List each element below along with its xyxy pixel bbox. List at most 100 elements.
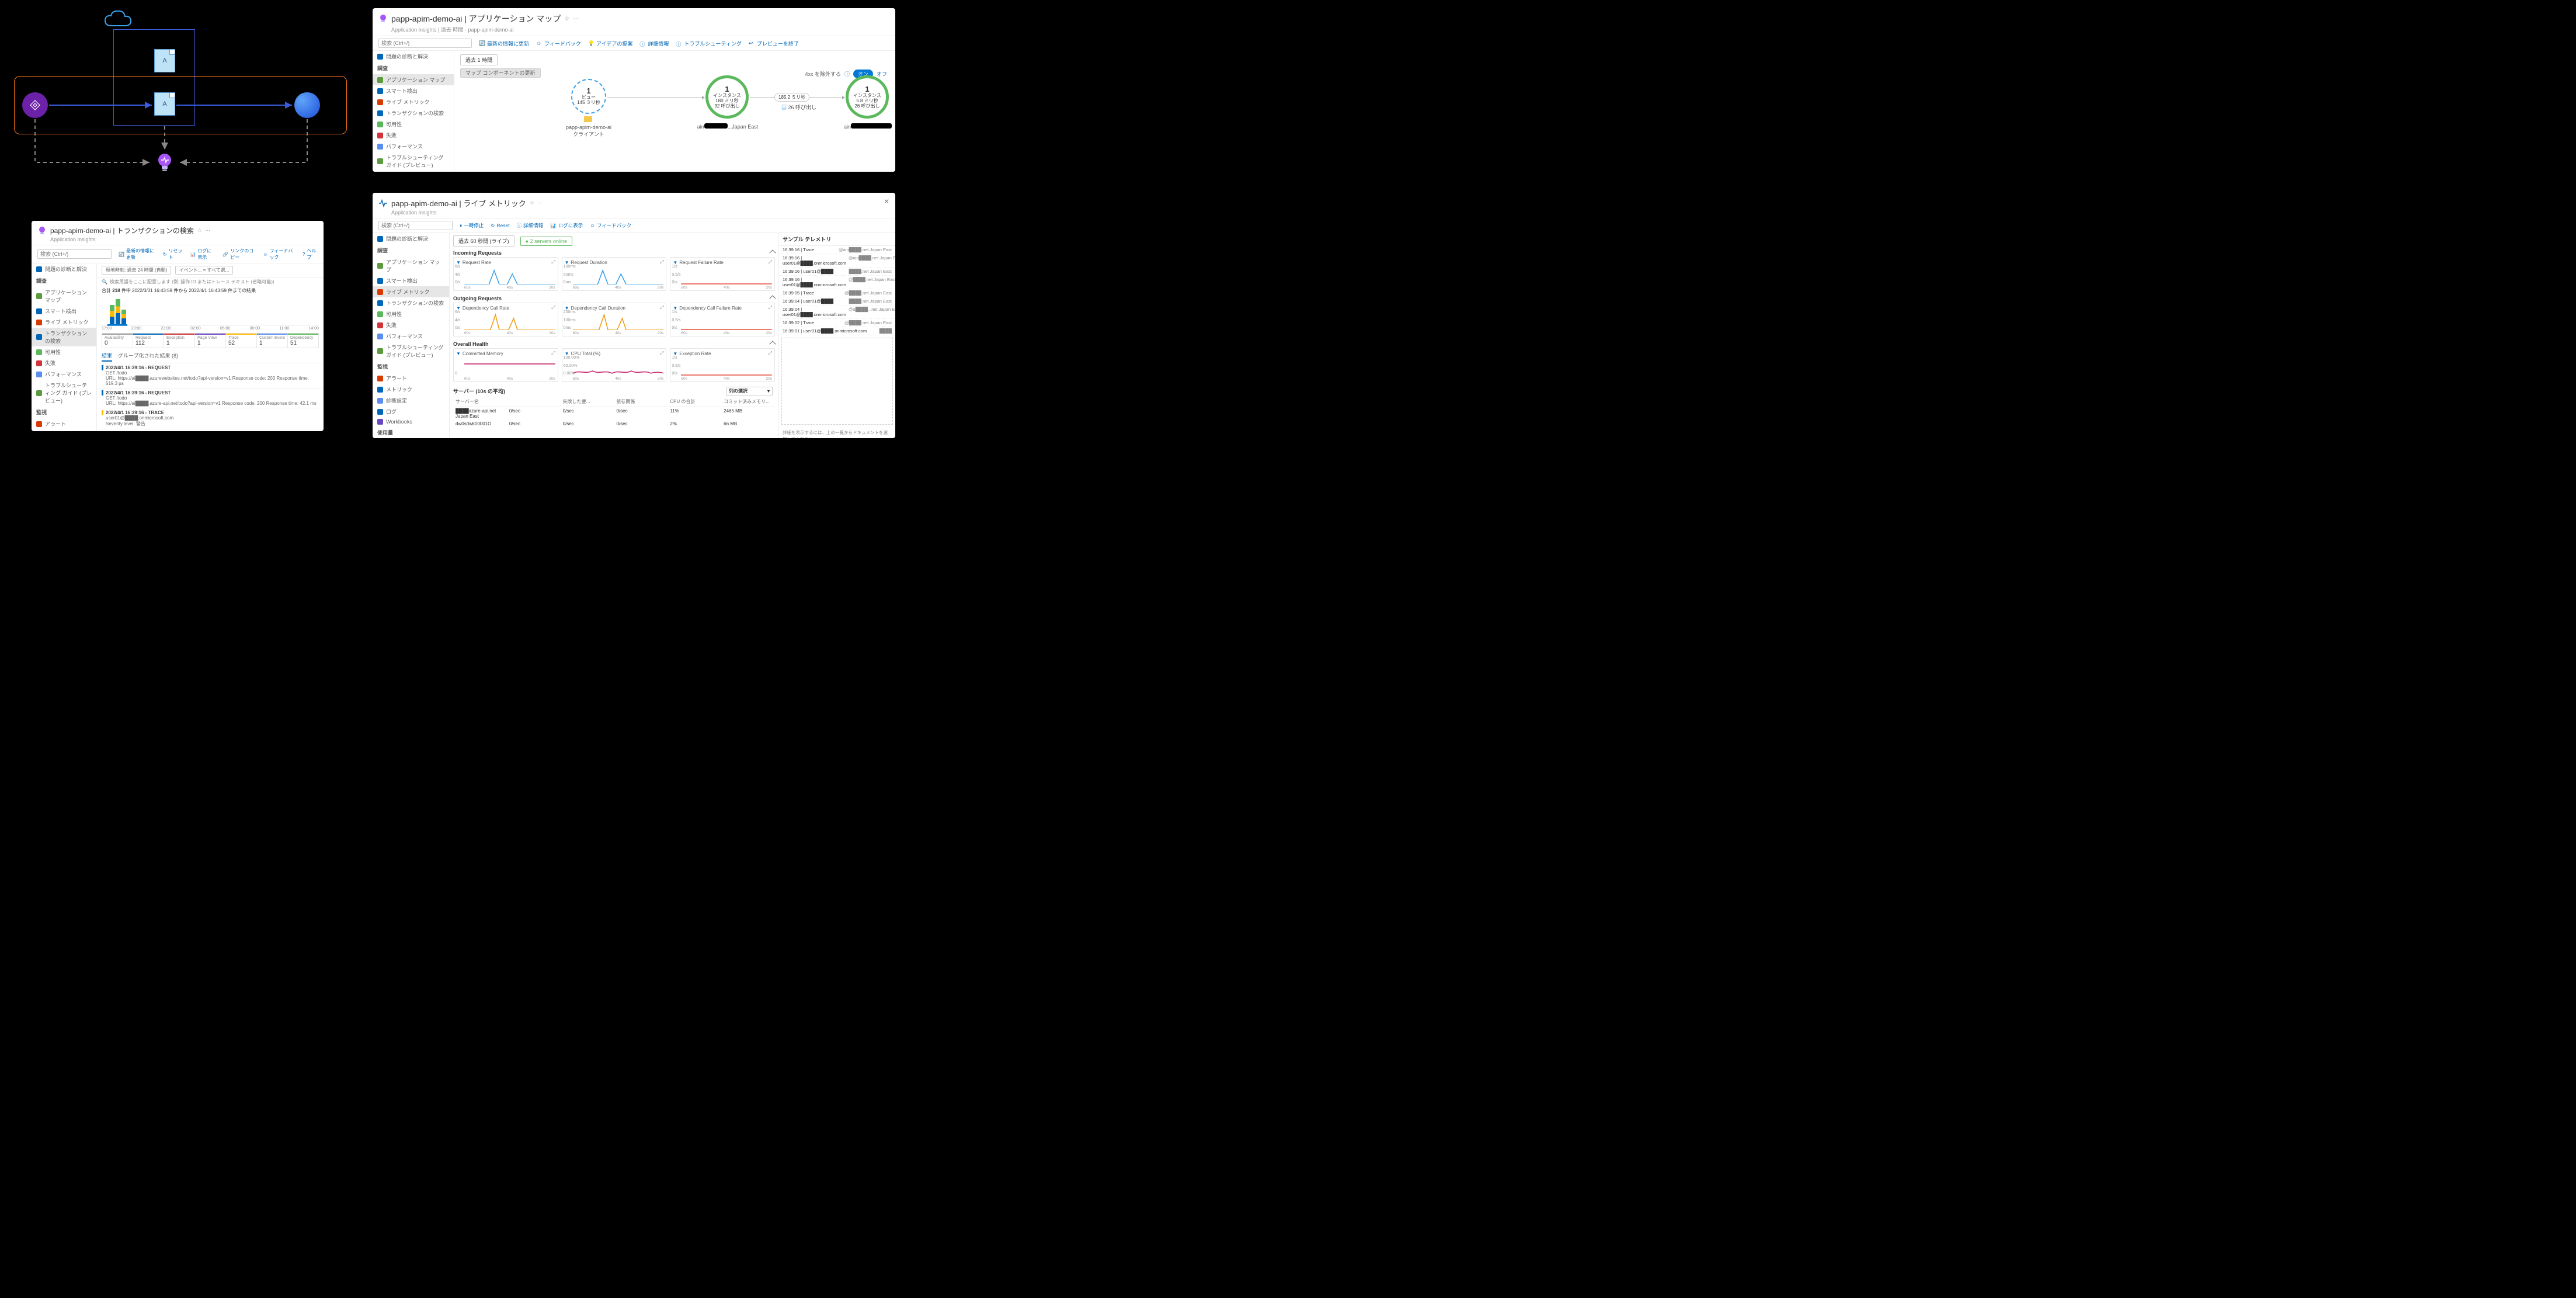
sidebar-item[interactable]: ライブ メトリック — [373, 286, 449, 297]
telemetry-item[interactable]: 16:39:01 | user01@████.onmicrosoft.com██… — [779, 327, 895, 335]
telemetry-item[interactable]: 16:39:04 | user01@████.onmicrosoft.com@a… — [779, 306, 895, 319]
sidebar-item[interactable]: スマート検出 — [373, 85, 454, 96]
close-icon[interactable]: ✕ — [884, 197, 889, 206]
stat-exception[interactable]: Exception1 — [164, 334, 195, 348]
telemetry-item[interactable]: 16:39:16 | Trace @ain████.net Japan East — [779, 246, 895, 254]
server-row[interactable]: dw0sdwk00001O0/sec0/sec0/sec2%66 MB — [453, 420, 775, 428]
sidebar-item[interactable]: Workbooks — [373, 417, 449, 426]
telemetry-item[interactable]: 16:39:04 | user01@████████.net Japan Eas… — [779, 297, 895, 306]
map-node-client[interactable]: 1 ビュー145 ミリ秒 — [571, 79, 606, 114]
troubleshoot-button[interactable]: ⓘトラブルシューティング — [676, 40, 741, 47]
map-canvas[interactable]: 過去 1 時間 マップ コンポーネントの更新 4xx を除外するⓘ オンオフ 1… — [454, 51, 895, 172]
live-time-chip[interactable]: 過去 60 秒間 (ライブ) — [453, 235, 514, 247]
refresh-button[interactable]: 🔄最新の情報に更新 — [479, 40, 529, 47]
column-select[interactable]: 列の選択▾ — [726, 387, 773, 395]
sidebar-item[interactable]: トランザクションの検索 — [373, 107, 454, 119]
chart-request-failure-rate[interactable]: ▼ Request Failure Rate ⤢1/s0.5/s0/s60s40… — [670, 257, 775, 291]
chart-exception-rate[interactable]: ▼ Exception Rate ⤢1/s0.5/s0/s60s40s20s — [670, 348, 775, 382]
sidebar-item[interactable]: 失敗 — [373, 320, 449, 331]
sidebar-item[interactable]: 可用性 — [373, 119, 454, 130]
sidebar-item[interactable]: アラート — [373, 373, 449, 384]
sidebar-item[interactable]: パフォーマンス — [373, 141, 454, 152]
section-incoming[interactable]: Incoming Requests — [453, 249, 775, 257]
servers-online-chip[interactable]: ● 2 servers online — [520, 237, 572, 246]
pause-button[interactable]: ⏸ 一時停止 — [460, 222, 484, 229]
tx-histogram[interactable] — [102, 296, 319, 325]
pin-icon[interactable]: ☆ — [530, 200, 534, 206]
sidebar-item[interactable]: スマート検出 — [373, 275, 449, 286]
telemetry-item[interactable]: 16:39:05 | Trace @████.net Japan East — [779, 289, 895, 297]
chart-request-rate[interactable]: ▼ Request Rate ⤢6/s4/s0/s60s40s20s — [453, 257, 558, 291]
section-health[interactable]: Overall Health — [453, 340, 775, 348]
chart-cpu-total-(%)[interactable]: ▼ CPU Total (%) ⤢100.00%60.00%0.00%60s40… — [562, 348, 667, 382]
ideas-button[interactable]: 💡アイデアの提案 — [588, 40, 633, 47]
sidebar-item-diagnose[interactable]: 問題の診断と解決 — [373, 51, 454, 62]
stat-request[interactable]: Request112 — [133, 334, 164, 348]
more-icon[interactable]: ⋯ — [573, 16, 579, 22]
telemetry-item[interactable]: 16:39:16 | user01@████.onmicrosoft.com@█… — [779, 276, 895, 289]
telemetry-item[interactable]: 16:39:02 | Trace @████.net Japan East — [779, 319, 895, 327]
sidebar-item[interactable]: ライブ メトリック — [373, 96, 454, 107]
sidebar-item[interactable]: パフォーマンス — [32, 369, 96, 380]
feedback-button[interactable]: ☺ フィードバック — [263, 248, 296, 261]
sidebar-item[interactable]: メトリック — [32, 429, 96, 431]
sidebar-item[interactable]: トラブルシューティング ガイド (プレビュー) — [373, 342, 449, 360]
sidebar-item[interactable]: スマート検出 — [32, 306, 96, 317]
stat-availability[interactable]: Availability0 — [102, 334, 133, 348]
event-filter-chip[interactable]: イベント... = すべて選... — [175, 266, 234, 275]
result-item[interactable]: 2022/4/1 16:39:16 - DEPENDENCYhttps://ai… — [97, 429, 324, 431]
tab-grouped[interactable]: グループ化された結果 (8) — [118, 352, 178, 362]
pin-icon[interactable]: ☆ — [197, 227, 202, 234]
reset-button[interactable]: ↻ Reset — [491, 223, 509, 229]
result-item[interactable]: 2022/4/1 16:39:16 - TRACEuser01@████.onm… — [97, 408, 324, 429]
copylink-button[interactable]: 🔗 リンクのコピー — [223, 248, 256, 261]
sidebar-item[interactable]: 診断設定 — [373, 395, 449, 406]
details-button[interactable]: ⓘ 詳細情報 — [517, 222, 544, 229]
tab-results[interactable]: 結果 — [102, 352, 112, 362]
map-node-1[interactable]: 1 インスタンス180 ミリ秒32 呼び出し — [705, 75, 749, 119]
reset-button[interactable]: ↻ リセット — [163, 248, 183, 261]
details-button[interactable]: ⓘ詳細情報 — [639, 40, 669, 47]
more-icon[interactable]: ⋯ — [538, 200, 543, 206]
stat-page view[interactable]: Page View1 — [195, 334, 226, 348]
result-item[interactable]: 2022/4/1 16:39:16 - REQUESTGET /todoURL:… — [97, 363, 324, 388]
chart-dependency-call-failure-rate[interactable]: ▼ Dependency Call Failure Rate ⤢1/s0.5/s… — [670, 303, 775, 336]
chart-dependency-call-rate[interactable]: ▼ Dependency Call Rate ⤢6/s4/s0/s60s40s2… — [453, 303, 558, 336]
sidebar-item[interactable]: 失敗 — [32, 358, 96, 369]
feedback-button[interactable]: ☺フィードバック — [536, 40, 581, 47]
sidebar-item[interactable]: 失敗 — [373, 130, 454, 141]
help-button[interactable]: ? ヘルプ — [303, 248, 318, 261]
sidebar-item[interactable]: トラブルシューティング ガイド (プレビュー) — [32, 380, 96, 406]
stat-trace[interactable]: Trace52 — [226, 334, 257, 348]
sidebar-item[interactable]: 可用性 — [373, 308, 449, 320]
sidebar-item[interactable]: ライブ メトリック — [32, 317, 96, 328]
map-node-2[interactable]: 1 インスタンス5.8 ミリ秒26 呼び出し — [846, 75, 889, 119]
telemetry-item[interactable]: 16:39:16 | user01@████████.net Japan Eas… — [779, 268, 895, 276]
chart-dependency-call-duration[interactable]: ▼ Dependency Call Duration ⤢200ms100ms0m… — [562, 303, 667, 336]
server-row[interactable]: ████azure-api.net Japan East0/sec0/sec0/… — [453, 407, 775, 420]
sidebar-item[interactable]: ログ — [373, 406, 449, 417]
refresh-button[interactable]: 🔄 最新の情報に更新 — [119, 248, 156, 261]
time-range-chip[interactable]: 現地時刻: 過去 24 時間 (自動) — [102, 266, 171, 275]
search-input[interactable] — [378, 39, 472, 48]
sidebar-item[interactable]: アラート — [32, 418, 96, 429]
stat-custom event[interactable]: Custom Event1 — [257, 334, 288, 348]
sidebar-item[interactable]: トラブルシューティング ガイド (プレビュー) — [373, 152, 454, 171]
pin-icon[interactable]: ☆ — [564, 16, 569, 22]
logs-button[interactable]: 📊 ログに表示 — [550, 222, 583, 229]
sidebar-item-diagnose[interactable]: 問題の診断と解決 — [373, 233, 449, 244]
result-item[interactable]: 2022/4/1 16:39:16 - REQUESTGET /todoURL:… — [97, 388, 324, 408]
sidebar-item[interactable]: メトリック — [373, 384, 449, 395]
sidebar-item[interactable]: アプリケーション マップ — [373, 256, 449, 275]
sidebar-item[interactable]: 可用性 — [32, 346, 96, 358]
sidebar-item[interactable]: アプリケーション マップ — [373, 74, 454, 85]
sidebar-item-diagnose[interactable]: 問題の診断と解決 — [32, 263, 96, 275]
sidebar-item[interactable]: パフォーマンス — [373, 331, 449, 342]
more-icon[interactable]: ⋯ — [205, 227, 210, 234]
chart-committed-memory[interactable]: ▼ Committed Memory ⤢060s40s20s — [453, 348, 558, 382]
feedback-button[interactable]: ☺ フィードバック — [590, 222, 631, 229]
search-input[interactable] — [378, 221, 453, 230]
logs-button[interactable]: 📊 ログに表示 — [190, 248, 215, 261]
section-outgoing[interactable]: Outgoing Requests — [453, 294, 775, 303]
search-input[interactable] — [37, 249, 112, 259]
